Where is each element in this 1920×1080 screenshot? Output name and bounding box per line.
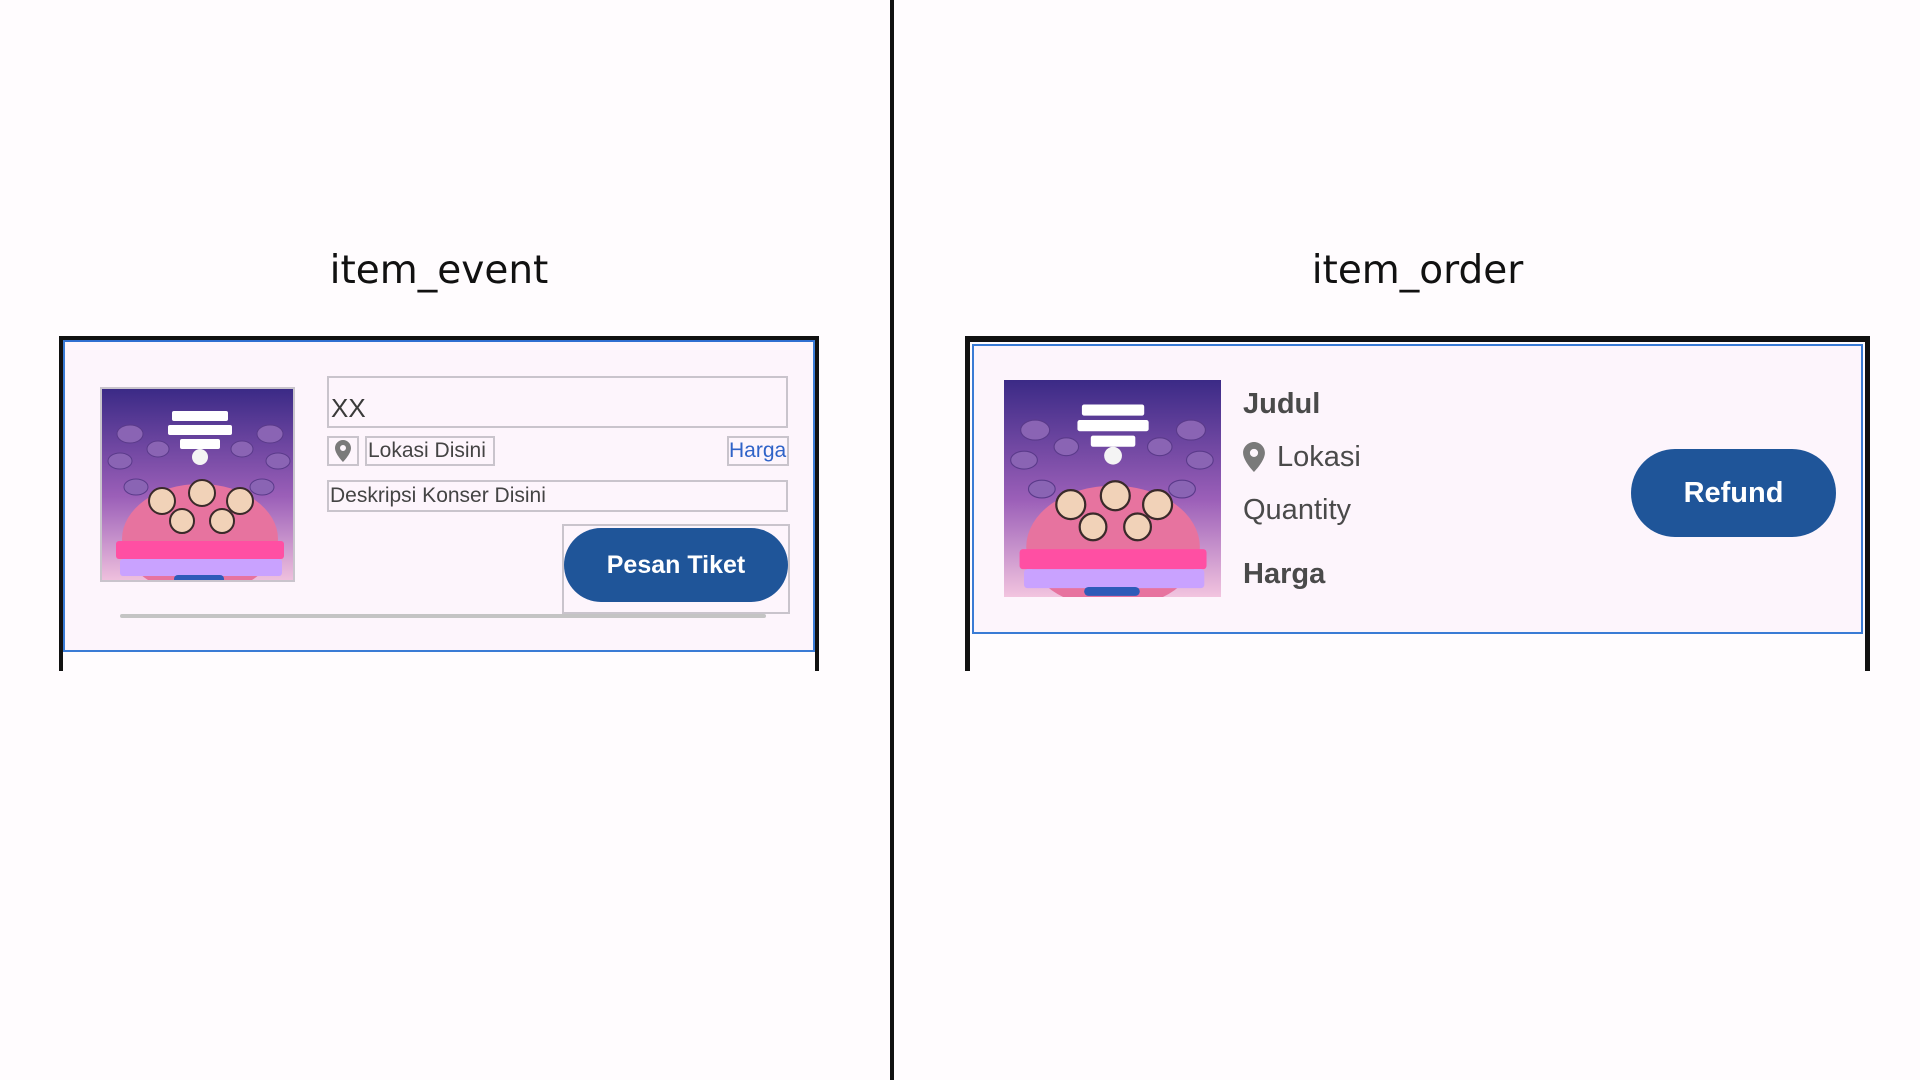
item-event-caption: item_event bbox=[329, 248, 549, 293]
item-order-caption: item_order bbox=[1311, 248, 1524, 293]
order-cover-image bbox=[1004, 380, 1221, 597]
location-pin-icon bbox=[1243, 442, 1265, 472]
event-title: XX bbox=[331, 393, 366, 423]
event-cover-image bbox=[100, 387, 295, 582]
event-description: Deskripsi Konser Disini bbox=[327, 480, 788, 512]
order-title: Judul bbox=[1243, 388, 1321, 420]
event-price: Harga bbox=[727, 436, 789, 466]
item-order-card[interactable]: Judul Lokasi Quantity Harga Refund bbox=[972, 344, 1863, 634]
item-order-preview-frame: Judul Lokasi Quantity Harga Refund bbox=[965, 336, 1870, 671]
order-location: Lokasi bbox=[1277, 441, 1361, 473]
layout-preview-canvas: item_event item_order XX Lokasi Disini H… bbox=[0, 0, 1920, 1080]
book-ticket-button[interactable]: Pesan Tiket bbox=[564, 528, 788, 602]
event-location: Lokasi Disini bbox=[365, 436, 495, 466]
refund-button[interactable]: Refund bbox=[1631, 449, 1836, 537]
order-quantity: Quantity bbox=[1243, 494, 1351, 526]
item-event-preview-frame: XX Lokasi Disini Harga Deskripsi Konser … bbox=[59, 336, 819, 671]
item-event-card[interactable]: XX Lokasi Disini Harga Deskripsi Konser … bbox=[63, 340, 815, 652]
event-title-box: XX bbox=[327, 376, 788, 428]
preview-divider bbox=[890, 0, 894, 1080]
order-price: Harga bbox=[1243, 558, 1326, 590]
event-divider-bar bbox=[120, 614, 766, 618]
location-pin-icon bbox=[327, 436, 359, 466]
